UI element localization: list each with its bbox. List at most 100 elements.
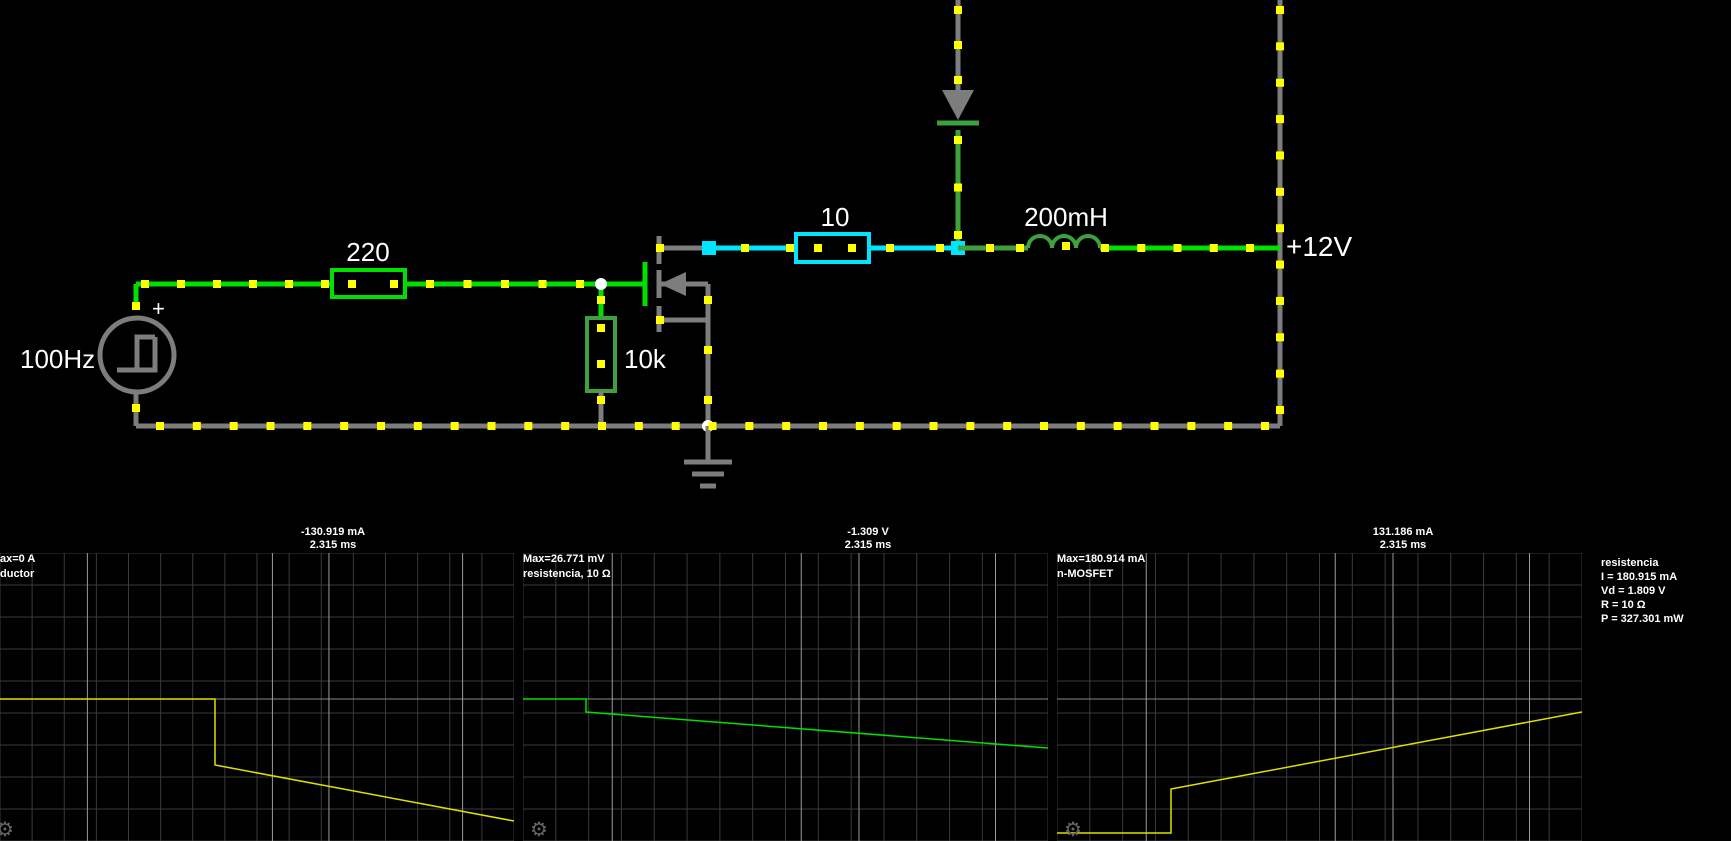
diode[interactable] bbox=[937, 90, 979, 126]
scope-3-plot[interactable] bbox=[1057, 553, 1582, 841]
info-title: resistencia bbox=[1601, 557, 1659, 569]
current-dot bbox=[966, 422, 975, 430]
current-dot bbox=[1040, 422, 1048, 430]
current-dot bbox=[1246, 244, 1254, 252]
scope-1-labels: ax=0 A ductor bbox=[0, 552, 35, 582]
current-dot bbox=[671, 422, 680, 430]
info-voltage: Vd = 1.809 V bbox=[1601, 585, 1666, 597]
scope-2-gear-icon[interactable]: ⚙ bbox=[530, 820, 548, 840]
current-dot bbox=[1016, 244, 1024, 252]
current-dot bbox=[598, 422, 606, 430]
scope-2-labels: Max=26.771 mV resistencia, 10 Ω bbox=[523, 552, 611, 582]
current-dot bbox=[954, 231, 962, 239]
current-dot bbox=[1224, 422, 1233, 430]
current-dot bbox=[390, 280, 398, 288]
current-dot bbox=[156, 422, 164, 430]
current-dot bbox=[141, 280, 149, 288]
scope-3-name: n-MOSFET bbox=[1057, 568, 1114, 580]
resistor-10[interactable]: 10 bbox=[794, 202, 871, 264]
resistor-10-label: 10 bbox=[821, 202, 850, 232]
current-dot bbox=[1173, 244, 1182, 252]
info-current: I = 180.915 mA bbox=[1601, 571, 1678, 583]
scope-3-gear-icon[interactable]: ⚙ bbox=[1064, 820, 1082, 840]
current-dot bbox=[634, 422, 643, 430]
current-dot bbox=[819, 422, 827, 430]
current-dot bbox=[463, 280, 472, 288]
current-dot bbox=[704, 396, 712, 404]
current-dot bbox=[340, 422, 349, 430]
scope-2-max: Max=26.771 mV bbox=[523, 553, 605, 565]
supply-label: +12V bbox=[1286, 231, 1352, 262]
scope-1-readout: -130.919 mA 2.315 ms bbox=[233, 526, 433, 552]
info-resistance: R = 10 Ω bbox=[1601, 599, 1646, 611]
element-info-panel: resistencia I = 180.915 mA Vd = 1.809 V … bbox=[1601, 556, 1684, 626]
current-dot bbox=[786, 244, 794, 252]
scope-2-value: -1.309 V bbox=[847, 526, 889, 538]
current-dot bbox=[1113, 422, 1122, 430]
current-dot bbox=[1276, 115, 1284, 124]
info-power: P = 327.301 mW bbox=[1601, 613, 1684, 625]
resistor-10k[interactable]: 10k bbox=[585, 284, 667, 426]
current-dot bbox=[1276, 42, 1284, 51]
current-dot bbox=[213, 280, 221, 288]
current-dot bbox=[1076, 422, 1085, 430]
current-dot bbox=[954, 136, 962, 144]
current-dot bbox=[848, 244, 856, 252]
current-dot bbox=[954, 76, 962, 84]
current-dot bbox=[814, 244, 822, 252]
resistor-220-label: 220 bbox=[346, 237, 389, 267]
current-dot bbox=[892, 422, 901, 430]
scope-2-plot[interactable] bbox=[523, 553, 1048, 841]
ground-icon bbox=[684, 426, 732, 489]
scope-1-plot[interactable] bbox=[0, 553, 514, 841]
current-dot bbox=[1276, 151, 1284, 160]
current-dot bbox=[132, 302, 140, 310]
current-dot bbox=[285, 280, 293, 288]
inductor-label: 200mH bbox=[1024, 202, 1108, 232]
source-polarity-label: + bbox=[152, 296, 165, 321]
current-dot bbox=[1137, 244, 1146, 252]
current-dot bbox=[426, 280, 434, 288]
current-dot bbox=[576, 280, 584, 288]
current-dot bbox=[656, 244, 664, 252]
current-dot bbox=[597, 324, 605, 332]
current-dot bbox=[597, 296, 605, 304]
current-dot bbox=[782, 422, 791, 430]
scope-1-name: ductor bbox=[0, 568, 35, 580]
current-dot bbox=[986, 244, 994, 252]
current-dot bbox=[321, 280, 329, 288]
current-dot bbox=[524, 422, 533, 430]
current-dot bbox=[1276, 78, 1284, 87]
current-dot bbox=[266, 422, 275, 430]
current-dot bbox=[855, 422, 864, 430]
scope-3-max: Max=180.914 mA bbox=[1057, 553, 1146, 565]
n-mosfet[interactable] bbox=[642, 236, 714, 432]
current-dot bbox=[1150, 422, 1159, 430]
scope-1-gear-icon[interactable]: ⚙ bbox=[0, 820, 14, 840]
current-dot bbox=[192, 422, 201, 430]
current-dot bbox=[1276, 406, 1284, 414]
current-dot bbox=[597, 360, 605, 368]
current-dot bbox=[656, 316, 664, 324]
current-dot bbox=[132, 404, 140, 412]
current-dot bbox=[487, 422, 496, 430]
current-dot bbox=[1276, 260, 1284, 269]
current-dot bbox=[745, 422, 754, 430]
current-dot bbox=[1261, 422, 1269, 430]
scope-1-time: 2.315 ms bbox=[309, 539, 357, 551]
current-dot bbox=[1209, 244, 1218, 252]
current-dot bbox=[597, 396, 605, 404]
inductor-200mh[interactable]: 200mH bbox=[1024, 202, 1108, 249]
current-dot bbox=[177, 280, 185, 288]
circuit-canvas[interactable]: 220 10k 10 200mH +12V 100Hz + bbox=[0, 0, 1731, 500]
scope-1-max: ax=0 A bbox=[0, 553, 36, 565]
current-dot bbox=[1276, 296, 1284, 305]
ac-source[interactable]: 100Hz + bbox=[20, 296, 177, 410]
scope-3-labels: Max=180.914 mA n-MOSFET bbox=[1057, 552, 1145, 582]
source-frequency-label: 100Hz bbox=[20, 344, 95, 374]
current-dot bbox=[303, 422, 312, 430]
current-dot bbox=[954, 41, 962, 49]
current-dot bbox=[1003, 422, 1012, 430]
scope-3-readout: 131.186 mA 2.315 ms bbox=[1303, 526, 1503, 552]
current-dot bbox=[1062, 242, 1070, 250]
